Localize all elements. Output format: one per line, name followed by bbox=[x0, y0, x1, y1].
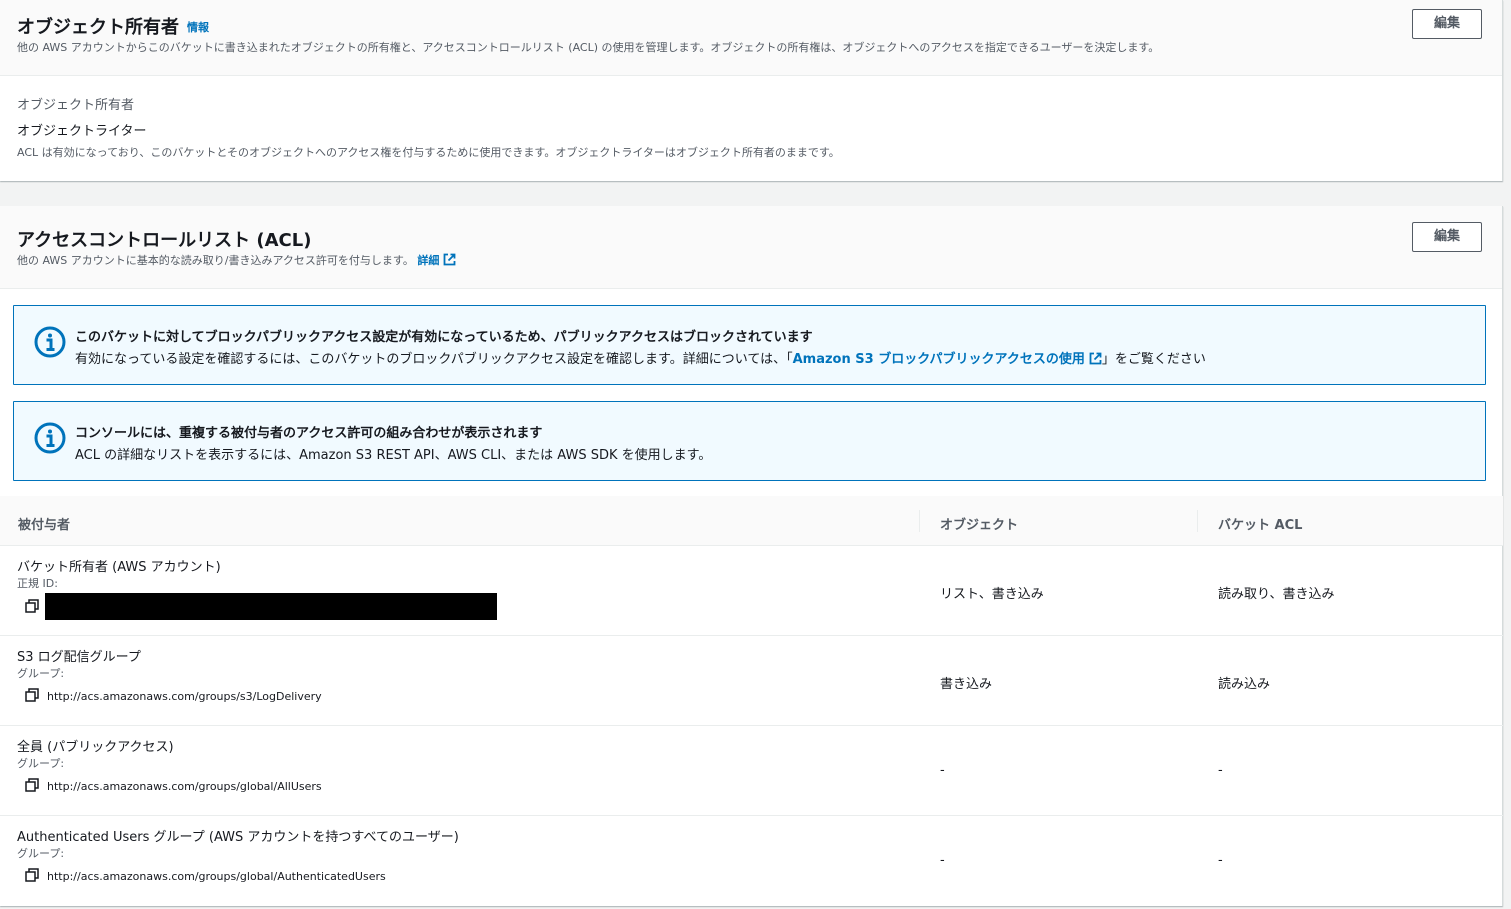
grantee-name: 全員 (パブリックアクセス) bbox=[17, 740, 174, 755]
grantee-uri: http://acs.amazonaws.com/groups/s3/LogDe… bbox=[47, 690, 322, 703]
alert-body: ACL の詳細なリストを表示するには、Amazon S3 REST API、AW… bbox=[75, 448, 712, 463]
info-circle-icon bbox=[34, 326, 66, 358]
column-header-bucket-acl: バケット ACL bbox=[1218, 518, 1303, 533]
object-ownership-title-text: オブジェクト所有者 bbox=[17, 17, 179, 38]
grantee-kind: グループ: bbox=[17, 757, 65, 770]
grantee-name: Authenticated Users グループ (AWS アカウントを持つすべ… bbox=[17, 830, 459, 845]
object-permission: - bbox=[940, 763, 945, 778]
console-grantee-alert: コンソールには、重複する被付与者のアクセス許可の組み合わせが表示されます ACL… bbox=[13, 401, 1486, 481]
bucket-acl-permission: - bbox=[1218, 763, 1223, 778]
alert-title: このバケットに対してブロックパブリックアクセス設定が有効になっているため、パブリ… bbox=[75, 330, 813, 345]
object-permission: リスト、書き込み bbox=[940, 587, 1044, 602]
table-row: S3 ログ配信グループ グループ: http://acs.amazonaws.c… bbox=[0, 636, 1503, 726]
object-ownership-edit-button[interactable]: 編集 bbox=[1412, 9, 1482, 39]
column-header-object: オブジェクト bbox=[940, 518, 1019, 533]
object-permission: 書き込み bbox=[940, 677, 993, 692]
object-ownership-field-label: オブジェクト所有者 bbox=[17, 98, 135, 113]
column-divider bbox=[1197, 510, 1198, 532]
grantee-uri: http://acs.amazonaws.com/groups/global/A… bbox=[47, 870, 386, 883]
info-link[interactable]: 情報 bbox=[187, 21, 209, 34]
alert-title: コンソールには、重複する被付与者のアクセス許可の組み合わせが表示されます bbox=[75, 426, 543, 441]
alert-body-prefix: 有効になっている設定を確認するには、このバケットのブロックパブリックアクセス設定… bbox=[75, 352, 793, 367]
column-header-grantee: 被付与者 bbox=[18, 518, 71, 533]
table-row: Authenticated Users グループ (AWS アカウントを持つすべ… bbox=[0, 816, 1503, 906]
object-ownership-field-note: ACL は有効になっており、このバケットとそのオブジェクトへのアクセス権を付与す… bbox=[17, 146, 840, 159]
details-link[interactable]: 詳細 bbox=[417, 253, 456, 267]
object-ownership-panel: オブジェクト所有者 情報 他の AWS アカウントからこのバケットに書き込まれたオ… bbox=[0, 0, 1503, 181]
block-public-access-link-label: Amazon S3 ブロックパブリックアクセスの使用 bbox=[792, 352, 1085, 367]
block-public-access-alert: このバケットに対してブロックパブリックアクセス設定が有効になっているため、パブリ… bbox=[13, 305, 1486, 385]
info-circle-icon bbox=[34, 422, 66, 454]
bucket-acl-permission: - bbox=[1218, 853, 1223, 868]
block-public-access-link[interactable]: Amazon S3 ブロックパブリックアクセスの使用 bbox=[793, 352, 1102, 367]
object-permission: - bbox=[940, 853, 945, 868]
copy-icon[interactable] bbox=[25, 778, 39, 792]
redacted-canonical-id bbox=[45, 593, 497, 620]
acl-title: アクセスコントロールリスト (ACL) bbox=[17, 230, 312, 251]
object-ownership-field-value: オブジェクトライター bbox=[17, 124, 147, 139]
bucket-acl-permission: 読み取り、書き込み bbox=[1218, 587, 1335, 602]
grantee-kind: 正規 ID: bbox=[17, 577, 58, 590]
copy-icon[interactable] bbox=[25, 868, 39, 882]
object-ownership-description: 他の AWS アカウントからこのバケットに書き込まれたオブジェクトの所有権と、ア… bbox=[17, 41, 1160, 54]
acl-description-text: 他の AWS アカウントに基本的な読み取り/書き込みアクセス許可を付与します。 bbox=[17, 254, 414, 267]
acl-description: 他の AWS アカウントに基本的な読み取り/書き込みアクセス許可を付与します。 … bbox=[17, 252, 456, 268]
acl-table-header: 被付与者 オブジェクト バケット ACL bbox=[0, 496, 1503, 546]
details-link-label: 詳細 bbox=[417, 254, 440, 267]
grantee-kind: グループ: bbox=[17, 847, 65, 860]
acl-header: アクセスコントロールリスト (ACL) 他の AWS アカウントに基本的な読み取… bbox=[0, 206, 1502, 289]
copy-icon[interactable] bbox=[25, 599, 39, 613]
grantee-name: S3 ログ配信グループ bbox=[17, 650, 141, 665]
grantee-kind: グループ: bbox=[17, 667, 65, 680]
external-link-icon bbox=[443, 253, 456, 266]
alert-body-suffix: 」をご覧ください bbox=[1101, 352, 1206, 367]
external-link-icon bbox=[1089, 352, 1102, 365]
table-row: 全員 (パブリックアクセス) グループ: http://acs.amazonaw… bbox=[0, 726, 1503, 816]
column-divider bbox=[919, 510, 920, 532]
acl-edit-button[interactable]: 編集 bbox=[1412, 222, 1482, 252]
alert-body: 有効になっている設定を確認するには、このバケットのブロックパブリックアクセス設定… bbox=[75, 348, 1206, 367]
grantee-name: バケット所有者 (AWS アカウント) bbox=[17, 560, 221, 575]
table-row: バケット所有者 (AWS アカウント) 正規 ID: リスト、書き込み 読み取り… bbox=[0, 546, 1503, 636]
object-ownership-header: オブジェクト所有者 情報 他の AWS アカウントからこのバケットに書き込まれたオ… bbox=[0, 0, 1502, 76]
object-ownership-title: オブジェクト所有者 情報 bbox=[17, 13, 209, 39]
grantee-uri: http://acs.amazonaws.com/groups/global/A… bbox=[47, 780, 322, 793]
copy-icon[interactable] bbox=[25, 688, 39, 702]
bucket-acl-permission: 読み込み bbox=[1218, 677, 1271, 692]
